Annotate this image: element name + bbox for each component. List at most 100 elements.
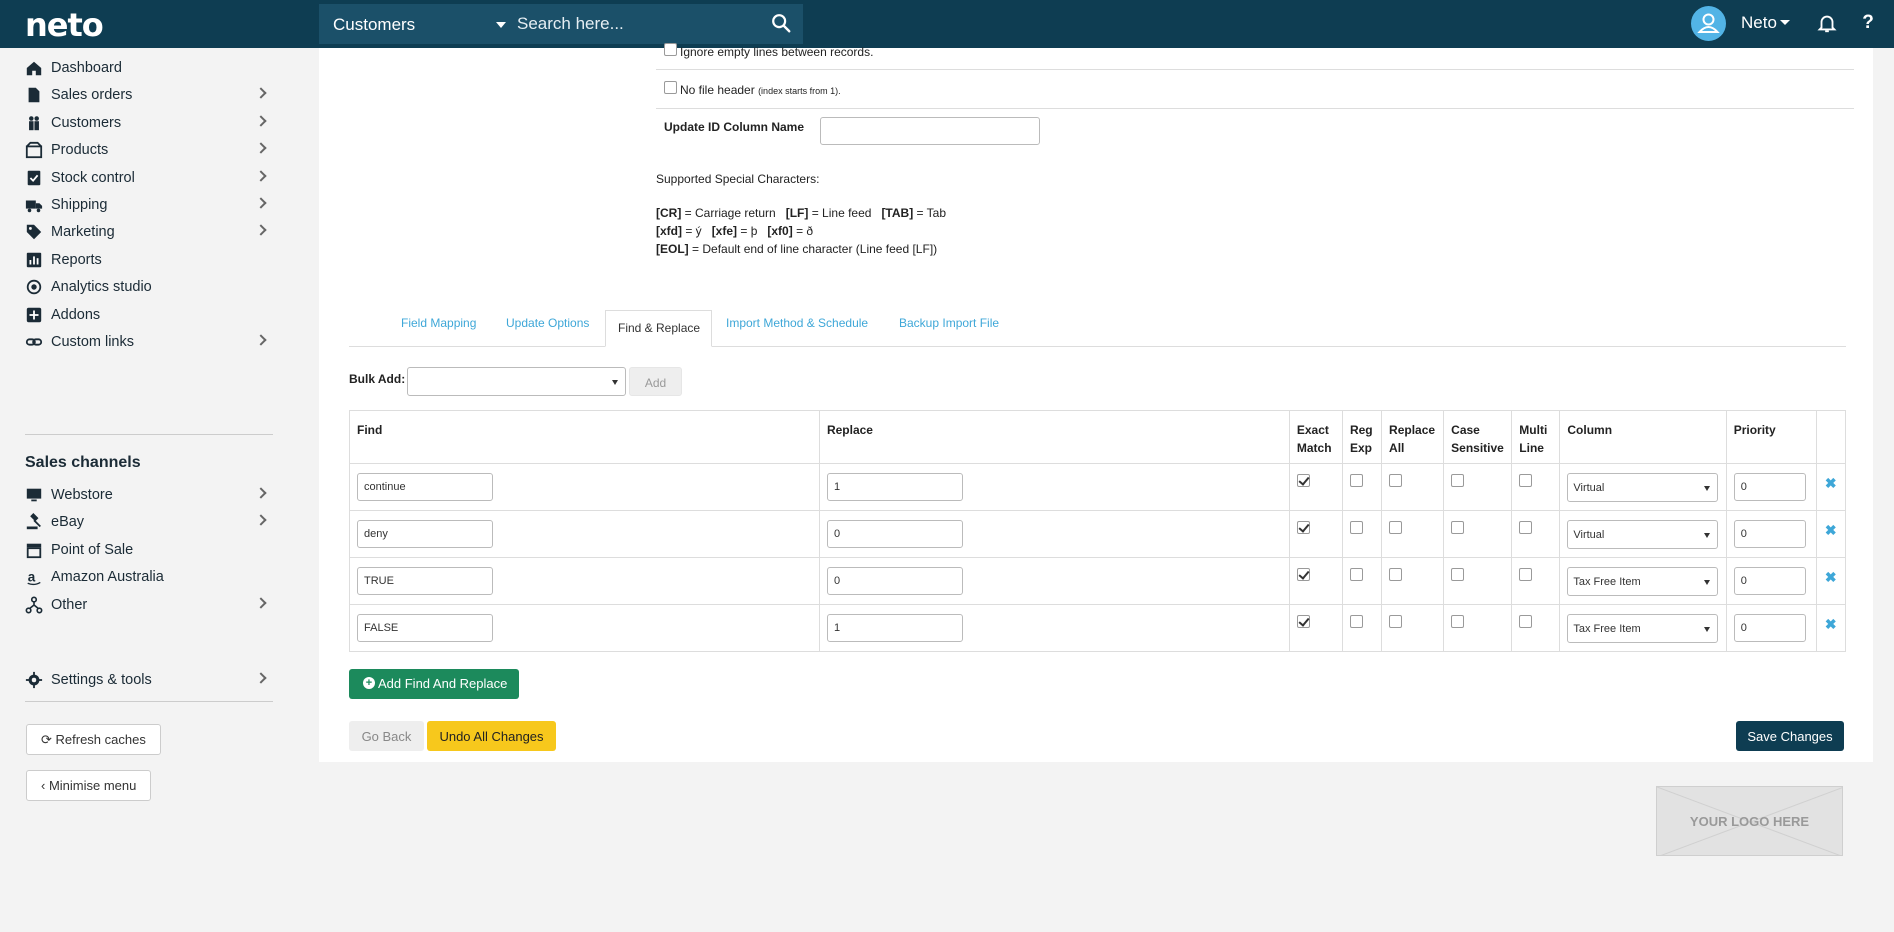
sidebar-item-custom-links[interactable]: Custom links [25, 327, 273, 357]
case-sensitive-checkbox[interactable] [1451, 474, 1465, 487]
replace-all-checkbox[interactable] [1389, 474, 1403, 487]
case-sensitive-checkbox[interactable] [1451, 615, 1465, 628]
replace-input[interactable]: 0 [826, 567, 963, 595]
header-case-line2: Sensitive [1451, 441, 1504, 455]
sidebar-item-sales-orders[interactable]: Sales orders [25, 80, 273, 110]
column-select[interactable]: Tax Free Item [1567, 614, 1719, 643]
sidebar-item-ebay[interactable]: eBay [25, 507, 273, 537]
column-select[interactable]: Tax Free Item [1567, 567, 1719, 596]
multi-line-checkbox[interactable] [1519, 568, 1533, 581]
delete-icon[interactable]: ✖ [1825, 616, 1837, 633]
go-back-button[interactable]: Go Back [349, 721, 424, 751]
bulk-add-select[interactable] [407, 367, 626, 396]
find-input[interactable]: FALSE [357, 614, 493, 642]
search-icon[interactable] [770, 12, 792, 34]
multi-line-checkbox[interactable] [1519, 615, 1533, 628]
home-icon [26, 61, 42, 76]
priority-input[interactable]: 0 [1733, 473, 1806, 501]
column-select[interactable]: Virtual [1567, 473, 1719, 502]
sidebar-item-label: Marketing [51, 224, 115, 241]
exact-match-checkbox[interactable] [1296, 615, 1310, 628]
tab-backup-import[interactable]: Backup Import File [899, 316, 999, 330]
reg-exp-checkbox[interactable] [1349, 568, 1363, 581]
find-input[interactable]: continue [357, 473, 493, 501]
priority-input[interactable]: 0 [1733, 567, 1806, 595]
reg-exp-checkbox[interactable] [1349, 474, 1363, 487]
sidebar-item-webstore[interactable]: Webstore [25, 480, 273, 510]
cell-replace: 0 [818, 510, 1290, 558]
tab-import-method[interactable]: Import Method & Schedule [726, 316, 868, 330]
sidebar-item-addons[interactable]: Addons [25, 300, 273, 330]
ignore-empty-checkbox[interactable] [664, 43, 677, 56]
tab-field-mapping[interactable]: Field Mapping [401, 316, 476, 330]
replace-input[interactable]: 1 [826, 614, 963, 642]
user-menu[interactable]: Neto [1741, 13, 1777, 33]
bulk-add-button[interactable]: Add [629, 367, 682, 396]
tab-update-options[interactable]: Update Options [506, 316, 589, 330]
global-search: Customers [319, 4, 803, 44]
sidebar-item-point-of-sale[interactable]: Point of Sale [25, 535, 273, 565]
replace-all-checkbox[interactable] [1389, 568, 1403, 581]
priority-input[interactable]: 0 [1733, 520, 1806, 548]
sidebar-item-marketing[interactable]: Marketing [25, 217, 273, 247]
sidebar-item-dashboard[interactable]: Dashboard [25, 53, 273, 83]
gavel-icon [26, 513, 41, 530]
exact-match-checkbox[interactable] [1296, 474, 1310, 487]
sidebar-item-other[interactable]: Other [25, 590, 273, 620]
find-input[interactable]: deny [357, 520, 493, 548]
delete-icon[interactable]: ✖ [1825, 475, 1837, 492]
column-select[interactable]: Virtual [1567, 520, 1719, 549]
bell-icon[interactable] [1816, 12, 1838, 34]
update-id-input[interactable] [820, 117, 1040, 145]
exact-match-checkbox[interactable] [1296, 568, 1310, 581]
replace-all-checkbox[interactable] [1389, 521, 1403, 534]
sidebar-item-amazon-australia[interactable]: a Amazon Australia [25, 562, 273, 592]
chart-icon [26, 252, 42, 267]
multi-line-checkbox[interactable] [1519, 521, 1533, 534]
minimise-menu-button[interactable]: ‹ Minimise menu [26, 770, 152, 801]
delete-icon[interactable]: ✖ [1825, 522, 1837, 539]
sidebar-item-stock-control[interactable]: Stock control [25, 163, 273, 193]
cell-delete: ✖ [1815, 557, 1847, 605]
sidebar-item-analytics-studio[interactable]: Analytics studio [25, 272, 273, 302]
exact-match-checkbox[interactable] [1296, 521, 1310, 534]
case-sensitive-checkbox[interactable] [1451, 521, 1465, 534]
search-category-select[interactable]: Customers [319, 4, 517, 44]
sidebar-item-label: Addons [51, 306, 101, 323]
sidebar-item-reports[interactable]: Reports [25, 245, 273, 275]
user-avatar[interactable] [1691, 6, 1726, 41]
neto-logo[interactable]: neto [25, 6, 104, 44]
sidebar-item-products[interactable]: Products [25, 135, 273, 165]
add-find-replace-button[interactable]: + Add Find And Replace [349, 669, 519, 699]
cell-reg-exp [1341, 510, 1383, 558]
help-icon[interactable]: ? [1858, 12, 1878, 34]
no-file-header-checkbox[interactable] [664, 81, 677, 94]
find-input[interactable]: TRUE [357, 567, 493, 595]
sidebar-item-label: Webstore [51, 487, 113, 503]
sidebar-item-label: Sales orders [51, 87, 133, 104]
cell-reg-exp [1341, 463, 1383, 511]
sidebar-item-label: Stock control [51, 169, 135, 186]
header-multi-line1: Multi [1519, 423, 1548, 437]
save-changes-button[interactable]: Save Changes [1736, 721, 1844, 751]
priority-input[interactable]: 0 [1733, 614, 1806, 642]
replace-all-checkbox[interactable] [1389, 615, 1403, 628]
refresh-caches-button[interactable]: ⟳ Refresh caches [26, 724, 161, 755]
reg-exp-checkbox[interactable] [1349, 615, 1363, 628]
sidebar-item-label: Amazon Australia [51, 569, 164, 586]
sidebar-item-customers[interactable]: Customers [25, 108, 273, 138]
replace-input[interactable]: 1 [826, 473, 963, 501]
replace-input[interactable]: 0 [826, 520, 963, 548]
tab-find-replace[interactable]: Find & Replace [605, 310, 712, 347]
sidebar-item-shipping[interactable]: Shipping [25, 190, 273, 220]
special-char-code: [xfe] [711, 224, 738, 238]
multi-line-checkbox[interactable] [1519, 474, 1533, 487]
sidebar-item-settings[interactable]: Settings & tools [25, 665, 273, 695]
special-char-code: [CR] [656, 206, 682, 220]
case-sensitive-checkbox[interactable] [1451, 568, 1465, 581]
search-input[interactable] [517, 4, 757, 44]
table-row: TRUE 0 Tax Free Item 0 ✖ [349, 557, 1847, 605]
delete-icon[interactable]: ✖ [1825, 569, 1837, 586]
undo-all-changes-button[interactable]: Undo All Changes [427, 721, 556, 751]
reg-exp-checkbox[interactable] [1349, 521, 1363, 534]
